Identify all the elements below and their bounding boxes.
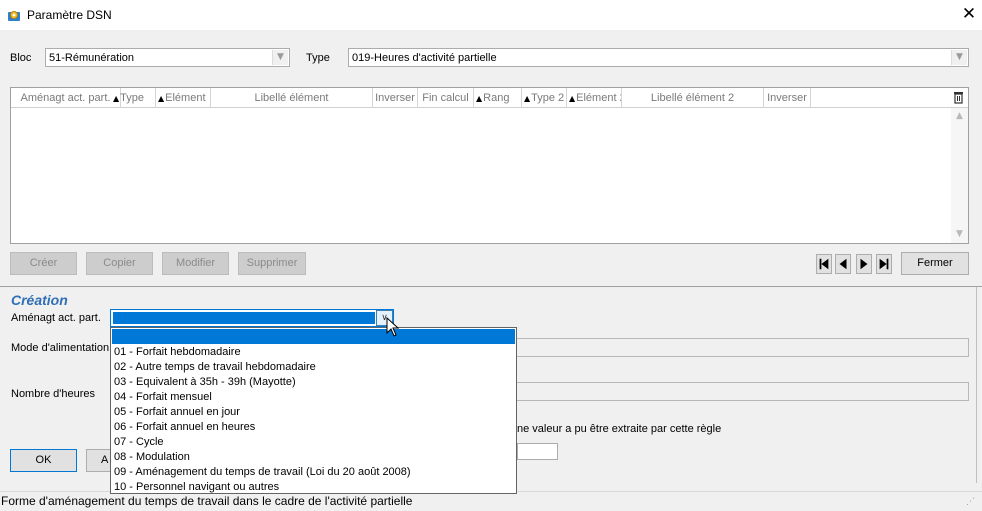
sort-up-icon: ▲ — [524, 94, 531, 103]
type-select[interactable]: 019-Heures d'activité partielle ▼ — [348, 48, 969, 67]
sort-up-icon: ▲ — [476, 94, 483, 103]
delete-button[interactable]: Supprimer — [238, 252, 306, 275]
chevron-down-icon[interactable]: ▼ — [272, 50, 288, 65]
first-record-icon[interactable] — [816, 254, 832, 274]
dropdown-option[interactable]: 07 - Cycle — [112, 435, 515, 450]
bloc-value: 51-Rémunération — [49, 52, 134, 64]
mouse-cursor-icon — [386, 317, 400, 337]
dropdown-option[interactable]: 08 - Modulation — [112, 450, 515, 465]
window-title: Paramètre DSN — [27, 8, 112, 22]
status-text: Forme d'aménagement du temps de travail … — [1, 494, 413, 508]
column-header[interactable]: Libellé élément 2 — [622, 88, 764, 108]
bloc-label: Bloc — [10, 52, 32, 64]
copy-button[interactable]: Copier — [86, 252, 153, 275]
create-button[interactable]: Créer — [10, 252, 77, 275]
previous-record-icon[interactable] — [835, 254, 851, 274]
column-header[interactable]: Inverser — [764, 88, 811, 108]
resize-grip-icon[interactable]: ⋰ — [966, 497, 975, 507]
column-header[interactable]: Libellé élément — [211, 88, 373, 108]
trash-icon[interactable] — [953, 91, 964, 104]
amenagt-dropdown-list[interactable]: 01 - Forfait hebdomadaire 02 - Autre tem… — [110, 327, 517, 494]
rule-input[interactable] — [517, 443, 558, 460]
column-header[interactable]: ▲Elément — [156, 88, 211, 108]
next-record-icon[interactable] — [856, 254, 872, 274]
scroll-down-icon[interactable]: ▼ — [951, 229, 968, 239]
scroll-up-icon[interactable]: ▲ — [951, 111, 968, 121]
column-header[interactable]: ▲Type 2 — [522, 88, 567, 108]
creation-title: Création — [11, 292, 68, 308]
last-record-icon[interactable] — [876, 254, 892, 274]
grid-header: Aménagt act. part. ▲Type ▲Elément Libell… — [11, 88, 968, 108]
column-header[interactable]: ▲Type — [111, 88, 156, 108]
amenagt-selected-value — [113, 312, 375, 324]
chevron-down-icon[interactable]: ▼ — [951, 50, 967, 65]
amenagt-select[interactable]: ∨ — [110, 309, 394, 327]
dropdown-option[interactable]: 06 - Forfait annuel en heures — [112, 420, 515, 435]
modify-button[interactable]: Modifier — [162, 252, 229, 275]
type-label: Type — [306, 52, 330, 64]
column-header[interactable]: Aménagt act. part. — [11, 88, 121, 108]
close-button[interactable]: Fermer — [901, 252, 969, 275]
dropdown-option[interactable]: 04 - Forfait mensuel — [112, 390, 515, 405]
type-value: 019-Heures d'activité partielle — [352, 52, 497, 64]
ok-button[interactable]: OK — [10, 449, 77, 472]
dropdown-option[interactable]: 01 - Forfait hebdomadaire — [112, 345, 515, 360]
dropdown-option[interactable]: 09 - Aménagement du temps de travail (Lo… — [112, 465, 515, 480]
sort-up-icon: ▲ — [113, 94, 120, 103]
amenagt-label: Aménagt act. part. — [11, 312, 101, 324]
rule-note: ne valeur a pu être extraite par cette r… — [517, 423, 722, 435]
close-icon[interactable]: ✕ — [960, 4, 978, 24]
hours-label: Nombre d'heures — [11, 388, 96, 400]
column-header[interactable]: Fin calcul — [418, 88, 474, 108]
bloc-select[interactable]: 51-Rémunération ▼ — [45, 48, 290, 67]
dropdown-option[interactable] — [112, 329, 515, 344]
dropdown-option[interactable]: 05 - Forfait annuel en jour — [112, 405, 515, 420]
dropdown-option[interactable]: 10 - Personnel navigant ou autres — [112, 480, 515, 495]
sort-up-icon: ▲ — [158, 94, 165, 103]
dropdown-option[interactable]: 02 - Autre temps de travail hebdomadaire — [112, 360, 515, 375]
sort-up-icon: ▲ — [569, 94, 576, 103]
column-header[interactable]: Inverser — [373, 88, 418, 108]
app-gear-icon — [8, 11, 20, 21]
title-bar — [0, 0, 982, 30]
grid-scrollbar[interactable]: ▲ ▼ — [951, 108, 968, 243]
column-header[interactable]: ▲Rang — [474, 88, 522, 108]
dropdown-option[interactable]: 03 - Equivalent à 35h - 39h (Mayotte) — [112, 375, 515, 390]
mode-label: Mode d'alimentation — [11, 342, 110, 354]
rules-grid[interactable]: Aménagt act. part. ▲Type ▲Elément Libell… — [10, 87, 969, 244]
column-header[interactable]: ▲Elément 2 — [567, 88, 622, 108]
